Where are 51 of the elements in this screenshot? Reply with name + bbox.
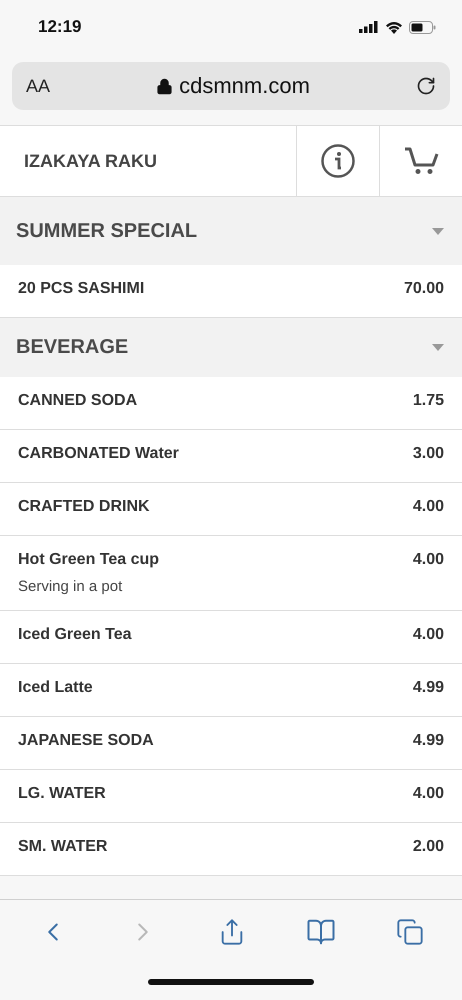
item-price: 4.99 bbox=[412, 732, 444, 750]
menu-item[interactable]: 20 PCS SASHIMI 70.00 bbox=[0, 265, 462, 318]
menu-item[interactable]: Iced Green Tea 4.00 bbox=[0, 611, 462, 664]
item-price: 3.00 bbox=[412, 445, 444, 463]
tabs-icon bbox=[396, 918, 424, 946]
item-name: SM. WATER bbox=[18, 838, 108, 856]
menu-item[interactable]: CANNED SODA 1.75 bbox=[0, 377, 462, 430]
section-title: BEVERAGE bbox=[16, 336, 128, 359]
item-name: CARBONATED Water bbox=[18, 445, 179, 463]
caret-icon bbox=[432, 228, 444, 234]
item-price: 4.00 bbox=[412, 498, 444, 516]
book-icon bbox=[306, 917, 336, 947]
status-time: 12:19 bbox=[38, 17, 82, 37]
cart-icon bbox=[403, 146, 439, 176]
wifi-icon bbox=[385, 20, 403, 34]
item-name: Hot Green Tea cup bbox=[18, 551, 160, 569]
reload-icon[interactable] bbox=[416, 76, 436, 96]
battery-icon bbox=[409, 20, 436, 34]
item-price: 70.00 bbox=[404, 280, 444, 298]
item-price: 1.75 bbox=[412, 392, 444, 410]
item-price: 4.00 bbox=[412, 785, 444, 803]
menu-item[interactable]: LG. WATER 4.00 bbox=[0, 770, 462, 823]
item-name: Iced Green Tea bbox=[18, 626, 132, 644]
item-price: 4.99 bbox=[412, 679, 444, 697]
restaurant-title: IZAKAYA RAKU bbox=[23, 150, 158, 172]
lock-icon bbox=[156, 78, 174, 94]
url-text: cdsmnm.com bbox=[179, 73, 310, 99]
item-description: Serving in a pot bbox=[18, 578, 124, 595]
info-icon bbox=[321, 144, 355, 178]
item-name: LG. WATER bbox=[18, 785, 106, 803]
item-name: JAPANESE SODA bbox=[18, 732, 154, 750]
item-name: Iced Latte bbox=[18, 679, 93, 697]
item-price: 2.00 bbox=[412, 838, 444, 856]
item-name: CRAFTED DRINK bbox=[18, 498, 150, 516]
menu-item[interactable]: JAPANESE SODA 4.99 bbox=[0, 717, 462, 770]
item-price: 4.00 bbox=[412, 551, 444, 569]
menu-item[interactable]: Iced Latte 4.99 bbox=[0, 664, 462, 717]
item-name: CANNED SODA bbox=[18, 392, 138, 410]
menu-item[interactable]: Hot Green Tea cup Serving in a pot 4.00 bbox=[0, 536, 462, 611]
address-bar[interactable]: AA cdsmnm.com bbox=[12, 62, 450, 110]
menu-item[interactable]: CARBONATED Water 3.00 bbox=[0, 430, 462, 483]
menu-item[interactable]: CRAFTED DRINK 4.00 bbox=[0, 483, 462, 536]
menu-item[interactable]: SM. WATER 2.00 bbox=[0, 823, 462, 876]
signal-icon bbox=[359, 21, 379, 33]
section-header[interactable]: BEVERAGE bbox=[0, 318, 462, 377]
item-price: 4.00 bbox=[412, 626, 444, 644]
section-header[interactable]: SUMMER SPECIAL bbox=[0, 197, 462, 265]
section-title: SUMMER SPECIAL bbox=[16, 220, 198, 242]
text-size-button[interactable]: AA bbox=[26, 76, 50, 96]
caret-icon bbox=[432, 344, 444, 351]
item-name: 20 PCS SASHIMI bbox=[18, 280, 144, 298]
